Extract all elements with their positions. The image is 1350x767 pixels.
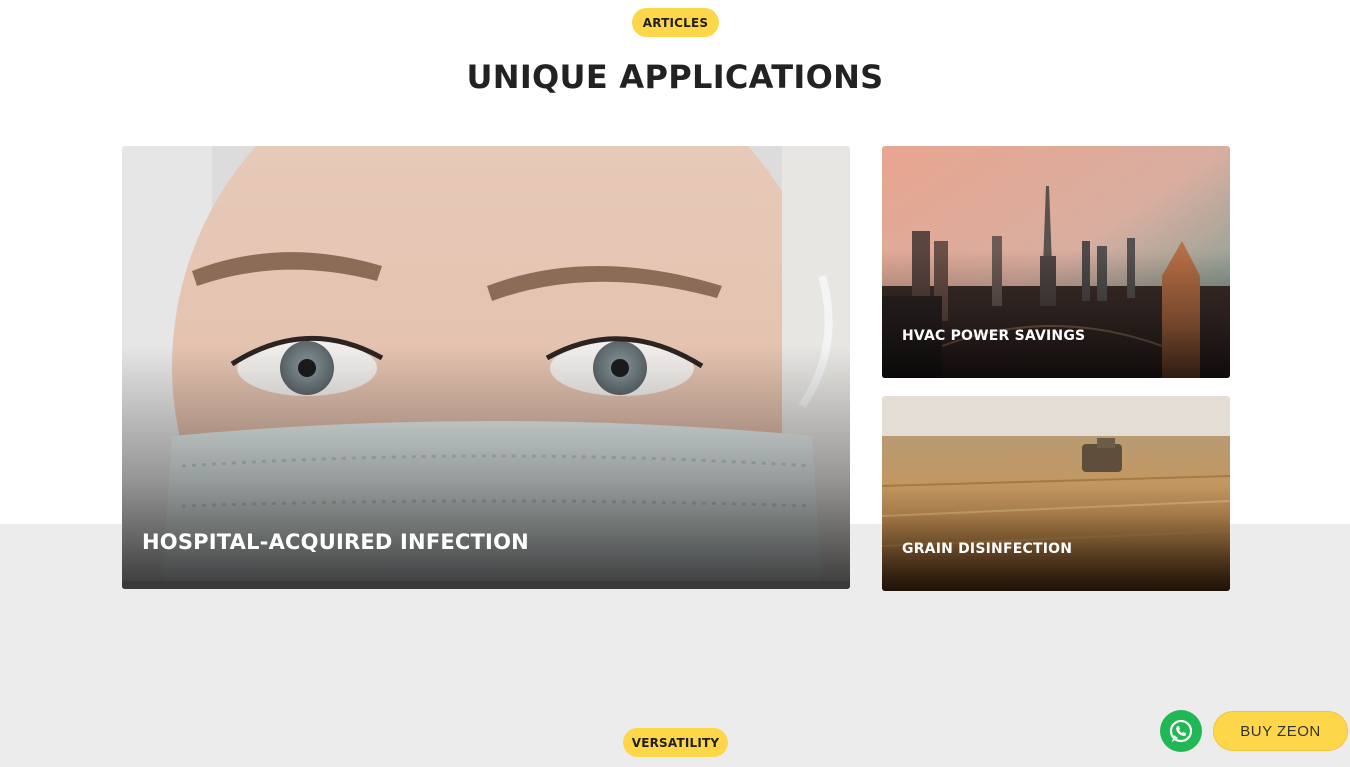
article-card-grain[interactable]: GRAIN DISINFECTION [882,396,1230,591]
card-overlay [882,483,1230,591]
buy-zeon-button[interactable]: BUY ZEON [1213,711,1348,751]
card-footer-strip [122,581,850,589]
whatsapp-icon [1169,719,1193,743]
versatility-badge: VERSATILITY [623,728,728,757]
card-title[interactable]: GRAIN DISINFECTION [902,541,1072,557]
article-card-hospital[interactable]: HOSPITAL-ACQUIRED INFECTION [122,146,850,589]
page: ARTICLES UNIQUE APPLICATIONS HOSPITAL-AC… [0,0,1350,767]
card-overlay [882,250,1230,378]
article-card-hvac[interactable]: HVAC POWER SAVINGS [882,146,1230,378]
card-title[interactable]: HVAC POWER SAVINGS [902,328,1085,344]
section-title: UNIQUE APPLICATIONS [466,58,884,96]
whatsapp-button[interactable] [1160,710,1202,752]
articles-badge: ARTICLES [632,8,719,37]
card-title[interactable]: HOSPITAL-ACQUIRED INFECTION [142,530,529,554]
